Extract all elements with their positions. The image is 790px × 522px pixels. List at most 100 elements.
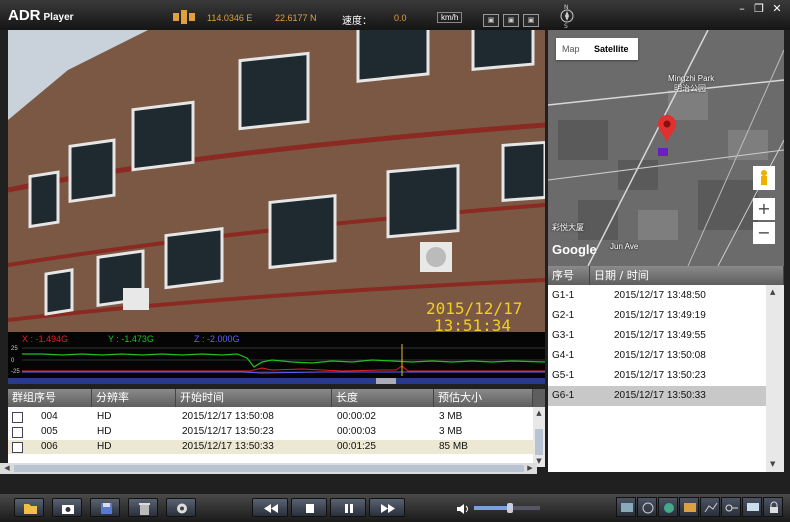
table-row[interactable]: 005 HD 2015/12/17 13:50:23 00:00:03 3 MB — [8, 425, 533, 439]
map-icon — [621, 503, 633, 512]
settings-button[interactable] — [166, 498, 196, 517]
cell-group-id: 004 — [41, 411, 58, 422]
monitor-button[interactable] — [742, 497, 762, 517]
scroll-down-icon[interactable]: ▼ — [770, 460, 775, 468]
tab-satellite[interactable]: Satellite — [594, 44, 629, 54]
chart-button[interactable] — [700, 497, 720, 517]
satellite-icon — [173, 9, 195, 24]
cell-size: 3 MB — [439, 411, 463, 422]
tab-map[interactable]: Map — [562, 44, 580, 54]
save-button[interactable] — [90, 498, 120, 517]
app-title: ADR Player — [8, 7, 74, 24]
row-checkbox[interactable] — [12, 412, 23, 423]
scroll-right-icon[interactable]: ▶ — [525, 464, 535, 473]
scroll-up-icon[interactable]: ▲ — [534, 409, 544, 417]
map-type-tabs: Map Satellite — [556, 38, 638, 60]
scroll-up-icon[interactable]: ▲ — [770, 288, 775, 296]
close-button[interactable]: ✕ — [769, 2, 785, 16]
zoom-in-button[interactable]: + — [753, 198, 775, 220]
camera-icon — [62, 505, 74, 514]
list-item[interactable]: G4-1 2015/12/17 13:50:08 — [548, 346, 766, 366]
volume-thumb[interactable] — [507, 503, 514, 513]
save-icon — [101, 503, 112, 514]
key-button[interactable] — [721, 497, 741, 517]
monitor-icon — [747, 503, 759, 511]
list-scrollbar[interactable]: ▲ ▼ — [766, 285, 784, 472]
rewind-icon — [264, 504, 278, 513]
map-label-place: 彩悦大厦 — [552, 223, 584, 232]
volume-slider[interactable] — [474, 503, 540, 513]
list-item[interactable]: G1-1 2015/12/17 13:48:50 — [548, 286, 766, 306]
longitude-value: 114.0346 E — [207, 13, 253, 23]
cell-length: 00:01:25 — [337, 441, 376, 452]
col-group-id[interactable]: 群组序号 — [8, 389, 92, 407]
pause-button[interactable] — [330, 498, 366, 517]
map-view[interactable]: Map Satellite Mingzhi Park 明治公园 彩悦大厦 Jun… — [548, 30, 784, 266]
col-seq[interactable]: 序号 — [548, 266, 590, 285]
app-window: ADR Player 114.0346 E 22.6177 N 速度： 0.0 k… — [0, 0, 790, 522]
scroll-thumb[interactable] — [535, 429, 543, 455]
cell-group-id: 005 — [41, 426, 58, 437]
col-length[interactable]: 长度 — [332, 389, 434, 407]
sensor-scroll-thumb[interactable] — [376, 378, 396, 384]
speed-unit: km/h — [437, 12, 463, 23]
rewind-button[interactable] — [252, 498, 288, 517]
view-mode-1-button[interactable]: ▣ — [483, 14, 499, 27]
cell-size: 3 MB — [439, 426, 463, 437]
file-list: 序号 日期 / 时间 G1-1 2015/12/17 13:48:50 G2-1 2… — [548, 266, 784, 472]
col-resolution[interactable]: 分辨率 — [92, 389, 176, 407]
col-start-time[interactable]: 开始时间 — [176, 389, 332, 407]
restore-button[interactable]: ❐ — [751, 2, 767, 16]
map-view-button[interactable] — [616, 497, 636, 517]
header-filler — [533, 389, 545, 407]
col-size[interactable]: 预估大小 — [434, 389, 533, 407]
row-checkbox[interactable] — [12, 442, 23, 453]
street-view-icon[interactable] — [753, 166, 775, 190]
event-vertical-scrollbar[interactable]: ▲ ▼ — [533, 407, 545, 467]
speed-value: 0.0 — [394, 13, 407, 23]
list-item[interactable]: G3-1 2015/12/17 13:49:55 — [548, 326, 766, 346]
table-row[interactable]: 006 HD 2015/12/17 13:50:33 00:01:25 85 M… — [8, 440, 533, 454]
image-button[interactable] — [679, 497, 699, 517]
zoom-out-button[interactable]: − — [753, 222, 775, 244]
chart-icon — [704, 502, 718, 513]
video-view[interactable]: 2015/12/17 13:51:34 — [8, 30, 545, 332]
volume-fill — [474, 506, 511, 510]
delete-button[interactable] — [128, 498, 158, 517]
scroll-left-icon[interactable]: ◀ — [2, 464, 12, 473]
x-series-line — [22, 365, 545, 372]
volume-icon[interactable] — [456, 501, 470, 515]
minimize-button[interactable]: – — [734, 2, 750, 16]
list-item[interactable]: G5-1 2015/12/17 13:50:23 — [548, 366, 766, 386]
map-label-road: Jun Ave — [610, 242, 639, 251]
scale-bottom: -25 — [11, 369, 20, 375]
table-row[interactable]: 004 HD 2015/12/17 13:50:08 00:00:02 3 MB — [8, 410, 533, 424]
lock-icon — [770, 501, 778, 513]
z-series-line — [22, 371, 545, 374]
location-pin-icon — [656, 114, 678, 146]
image-icon — [684, 503, 696, 512]
x-axis-value: X : -1.494G — [22, 334, 69, 344]
event-horizontal-scrollbar[interactable]: ◀ ▶ — [0, 463, 537, 474]
open-folder-button[interactable] — [14, 498, 44, 517]
view-mode-2-button[interactable]: ▣ — [503, 14, 519, 27]
fast-forward-icon — [381, 504, 395, 513]
google-logo: Google — [552, 242, 597, 257]
lock-button[interactable] — [763, 497, 783, 517]
snapshot-button[interactable] — [52, 498, 82, 517]
track-marker-icon — [658, 148, 668, 156]
sensor-scrollbar[interactable] — [8, 378, 545, 384]
stop-button[interactable] — [291, 498, 327, 517]
scroll-thumb[interactable] — [14, 465, 524, 472]
y-axis-value: Y : -1.473G — [108, 334, 154, 344]
list-item-selected[interactable]: G6-1 2015/12/17 13:50:33 — [548, 386, 766, 406]
globe-button[interactable] — [658, 497, 678, 517]
globe-icon — [664, 503, 674, 513]
view-mode-3-button[interactable]: ▣ — [523, 14, 539, 27]
row-checkbox[interactable] — [12, 427, 23, 438]
list-item[interactable]: G2-1 2015/12/17 13:49:19 — [548, 306, 766, 326]
fast-forward-button[interactable] — [369, 498, 405, 517]
latitude-value: 22.6177 N — [275, 13, 317, 23]
col-datetime[interactable]: 日期 / 时间 — [590, 266, 784, 285]
network-button[interactable] — [637, 497, 657, 517]
